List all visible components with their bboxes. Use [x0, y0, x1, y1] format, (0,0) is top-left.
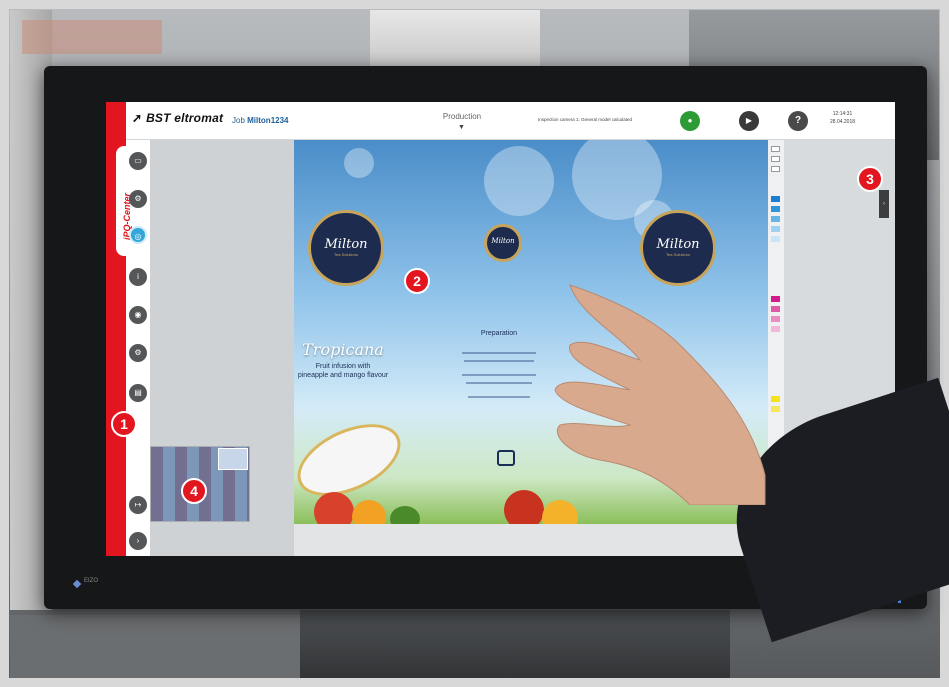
color-swatch [771, 306, 780, 312]
chat-button[interactable]: ▤ [129, 384, 147, 402]
fruit-orange [352, 500, 386, 524]
bottom-strip [294, 524, 768, 556]
clock-time: 12:14:31 [832, 111, 853, 117]
product-name: Tropicana [302, 340, 384, 359]
camera-button[interactable]: ◉ [129, 306, 147, 324]
info-icon: i [137, 272, 139, 281]
mug-icon [497, 450, 515, 466]
preparation-title: Preparation [480, 330, 518, 337]
monitor-brand: EIZO [84, 578, 99, 584]
fruit-apple [314, 492, 354, 524]
settings-icon: ⚙ [134, 194, 142, 203]
color-swatch [771, 196, 780, 202]
badge-script: Milton [324, 237, 368, 252]
leaf-shape [294, 409, 412, 511]
help-icon: ? [794, 115, 802, 126]
info-button[interactable]: i [129, 268, 147, 286]
color-swatch [771, 406, 780, 412]
callout-3: 3 [857, 166, 883, 192]
text-line [466, 382, 532, 384]
color-swatch [771, 146, 780, 152]
gear-icon: ⚙ [134, 348, 142, 357]
color-swatch [771, 236, 780, 242]
desc-line: pineapple and mango flavour [297, 372, 389, 379]
settings-button[interactable]: ⚙ [129, 190, 147, 208]
color-swatch [771, 166, 780, 172]
color-swatch [771, 326, 780, 332]
text-line [464, 360, 534, 362]
exit-button[interactable]: ↦ [129, 496, 147, 514]
hand-shape [554, 284, 766, 505]
camera-icon: ◉ [134, 310, 142, 319]
top-bar: ➚ BST eltromat Job Milton1234 Production… [106, 102, 895, 140]
monitor-icon: ▭ [134, 156, 142, 165]
status-message: Inspection camera 1: General model calcu… [538, 117, 633, 122]
color-swatch [771, 296, 780, 302]
settings-button-2[interactable]: ⚙ [129, 344, 147, 362]
brand-name: BST eltromat [146, 111, 224, 125]
badge-script: Milton [656, 237, 700, 252]
status-indicator-button[interactable]: ● [680, 111, 700, 131]
text-line [462, 374, 536, 376]
target-icon: ◎ [134, 232, 142, 241]
help-button[interactable]: ? [788, 111, 808, 131]
fruit-leaves [390, 506, 420, 524]
monitor-button[interactable]: ▭ [129, 152, 147, 170]
badge-script: Milton [491, 237, 515, 245]
chat-icon: ▤ [134, 388, 142, 397]
callout-2: 2 [404, 268, 430, 294]
callout-4: 4 [181, 478, 207, 504]
color-swatch [771, 206, 780, 212]
color-swatch [771, 316, 780, 322]
color-swatch [771, 396, 780, 402]
monitor-logo-icon [72, 579, 82, 589]
color-swatch [771, 156, 780, 162]
clock-date: 28.04.2018 [830, 119, 856, 125]
chevron-left-icon: ‹ [883, 201, 885, 207]
play-button[interactable]: ▶ [739, 111, 759, 131]
badge-sub: Tea Solutions [665, 252, 690, 257]
hand-image [554, 284, 766, 505]
bokeh-light [484, 146, 554, 216]
brand-badge-small: Milton [484, 224, 522, 262]
play-icon: ▶ [745, 116, 753, 125]
brand-logo: ➚ BST eltromat [132, 111, 223, 125]
chevron-down-icon[interactable]: ▼ [458, 124, 465, 131]
exit-icon: ↦ [134, 500, 142, 509]
brand-badge: Milton Tea Solutions [308, 210, 384, 286]
next-button[interactable]: › [129, 532, 147, 550]
desc-line: Fruit infusion with [315, 363, 371, 370]
bokeh-light [344, 148, 374, 178]
brand-swoosh-icon: ➚ [132, 111, 143, 125]
text-line [462, 352, 536, 354]
collapse-panel-button[interactable]: ‹ [879, 190, 889, 218]
job-prefix: Job [232, 116, 245, 125]
badge-sub: Tea Solutions [333, 252, 358, 257]
text-line [468, 396, 530, 398]
color-swatch [771, 226, 780, 232]
job-label: Job Milton1234 [232, 116, 288, 125]
color-swatch [771, 216, 780, 222]
callout-1: 1 [111, 411, 137, 437]
fruit-apple [504, 490, 544, 524]
thumbnail-viewport[interactable] [218, 448, 248, 470]
chevron-right-icon: › [136, 536, 140, 545]
mode-selector[interactable]: Production [432, 112, 492, 121]
product-description: Fruit infusion with pineapple and mango … [294, 362, 398, 380]
job-name: Milton1234 [247, 116, 289, 125]
target-button[interactable]: ◎ [129, 226, 147, 244]
clock: 12:14:31 28.04.2018 [830, 110, 855, 126]
